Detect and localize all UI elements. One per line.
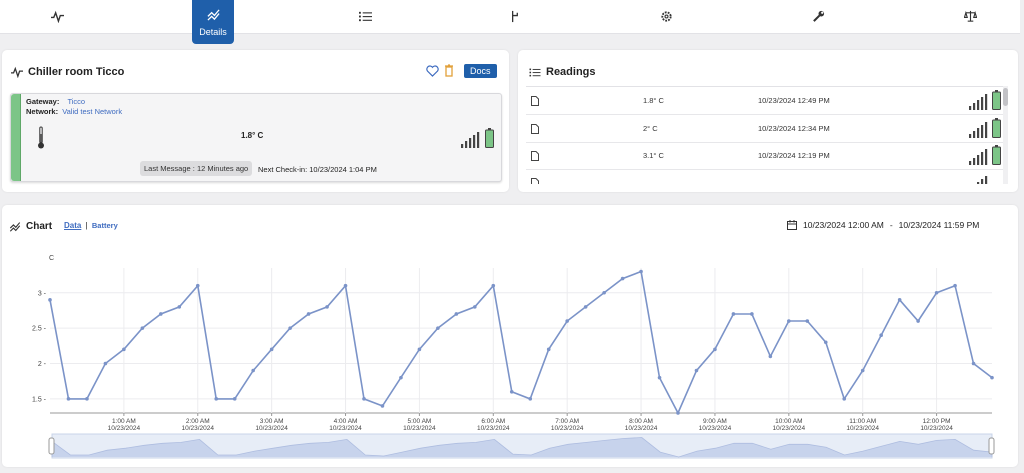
data-point: [787, 319, 791, 323]
data-point: [639, 269, 643, 274]
data-point: [473, 305, 477, 309]
data-point: [436, 326, 440, 330]
data-point: [694, 368, 699, 373]
data-point: [85, 397, 89, 401]
x-tick-time: 7:00 AM: [555, 418, 579, 425]
data-point: [953, 283, 957, 288]
x-tick-date: 10/23/2024: [920, 425, 953, 432]
x-tick-time: 10:00 AM: [775, 418, 802, 425]
x-tick-time: 3:00 AM: [260, 418, 284, 425]
data-point: [343, 283, 348, 288]
data-point: [731, 312, 736, 316]
data-point: [934, 290, 939, 295]
data-point: [232, 397, 237, 401]
data-point: [325, 305, 329, 309]
data-point: [860, 368, 865, 373]
x-tick-date: 10/23/2024: [329, 425, 362, 432]
data-point: [288, 326, 292, 330]
data-point: [103, 361, 108, 366]
data-point: [676, 411, 680, 415]
data-point: [491, 283, 496, 288]
x-tick-date: 10/23/2024: [551, 425, 584, 432]
data-point: [620, 276, 625, 281]
data-point: [528, 397, 533, 401]
data-point: [546, 347, 551, 352]
data-point: [140, 326, 145, 330]
x-tick-date: 10/23/2024: [699, 425, 732, 432]
data-point: [399, 375, 403, 380]
data-point: [583, 305, 588, 309]
temperature-line-chart[interactable]: C 3 -2.5 -2 -1.5 - 1:00 AM10/23/20242:00…: [0, 0, 1024, 473]
data-point: [509, 389, 514, 394]
y-tick-label: 3 -: [38, 290, 47, 297]
x-tick-time: 4:00 AM: [334, 418, 358, 425]
x-tick-date: 10/23/2024: [403, 425, 436, 432]
x-tick-date: 10/23/2024: [773, 425, 806, 432]
x-tick-date: 10/23/2024: [181, 425, 214, 432]
x-tick-time: 11:00 AM: [849, 418, 876, 425]
x-tick-time: 6:00 AM: [481, 418, 505, 425]
data-point: [177, 305, 182, 309]
data-point: [251, 368, 255, 373]
data-point: [842, 397, 847, 401]
data-point: [768, 354, 773, 359]
data-point: [122, 347, 126, 352]
x-tick-time: 12:00 PM: [923, 418, 951, 425]
data-point: [269, 347, 274, 352]
data-point: [879, 333, 883, 337]
data-point: [454, 312, 459, 316]
navigator-handle-right: [988, 437, 995, 455]
data-point: [48, 298, 52, 302]
data-point: [805, 319, 810, 323]
x-tick-date: 10/23/2024: [108, 425, 141, 432]
y-tick-label: 2.5 -: [32, 326, 47, 333]
data-point: [417, 347, 422, 352]
data-point: [602, 290, 606, 295]
x-tick-time: 9:00 AM: [703, 418, 727, 425]
range-navigator: [48, 433, 995, 459]
data-point: [66, 397, 71, 401]
data-point: [159, 312, 163, 316]
data-point: [195, 283, 200, 288]
data-point: [916, 319, 920, 323]
data-point: [565, 319, 569, 323]
data-point: [306, 312, 311, 316]
x-tick-time: 8:00 AM: [629, 418, 653, 425]
x-tick-time: 5:00 AM: [407, 418, 431, 425]
y-tick-label: 2 -: [38, 361, 47, 368]
data-point: [897, 298, 902, 302]
y-unit-label: C: [49, 255, 54, 262]
x-tick-date: 10/23/2024: [255, 425, 288, 432]
data-point: [750, 312, 754, 316]
x-tick-time: 2:00 AM: [186, 418, 210, 425]
data-point: [657, 375, 662, 380]
x-tick-date: 10/23/2024: [625, 425, 658, 432]
data-point: [380, 404, 385, 408]
x-tick-date: 10/23/2024: [477, 425, 510, 432]
data-point: [990, 375, 994, 380]
navigator-handle-left: [48, 437, 55, 455]
data-point: [971, 361, 976, 366]
data-point: [823, 340, 828, 345]
x-tick-time: 1:00 AM: [112, 418, 136, 425]
y-tick-label: 1.5 -: [32, 396, 47, 403]
data-point: [214, 397, 219, 401]
x-tick-date: 10/23/2024: [846, 425, 879, 432]
data-point: [362, 397, 366, 401]
data-point: [713, 347, 717, 352]
